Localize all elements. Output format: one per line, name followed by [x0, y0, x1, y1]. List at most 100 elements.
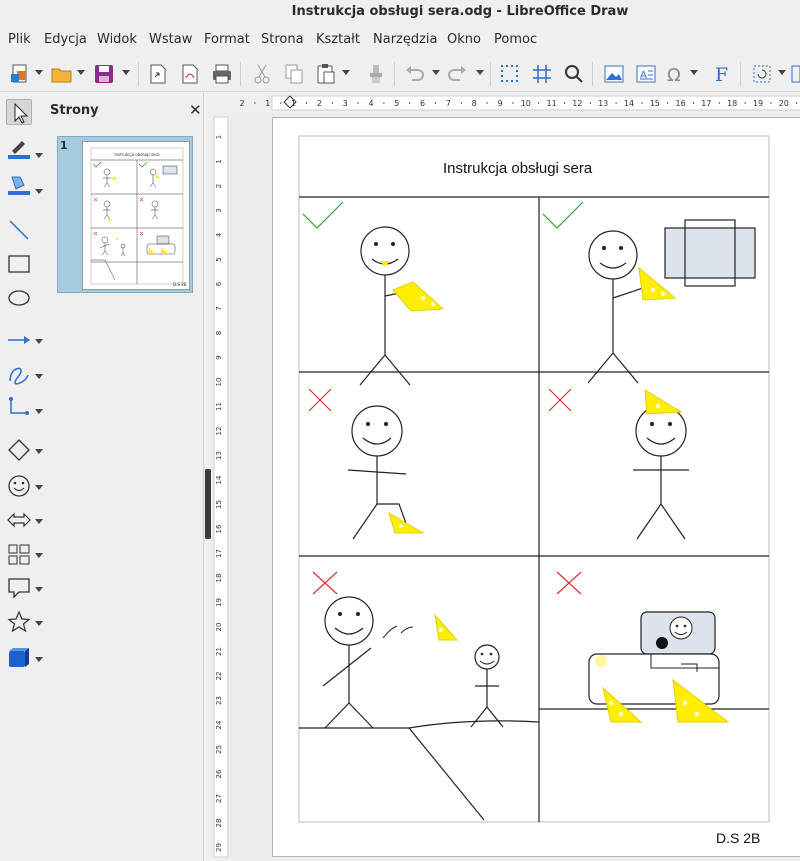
block-arrows-dropdown-icon[interactable]	[35, 519, 43, 524]
vertical-ruler[interactable]: 1 1 2 3 4 5 6 7 8 9 10 11 12 13 14 15 16 17 18 19 20 21 22 23 24…	[212, 113, 230, 861]
transformations-icon[interactable]	[750, 62, 774, 86]
transformations-dropdown-icon[interactable]	[778, 70, 786, 75]
arrow-line-icon[interactable]	[6, 327, 32, 353]
fontwork-icon[interactable]: F	[710, 62, 734, 86]
line-color-dropdown-icon[interactable]	[35, 153, 43, 158]
curve-icon[interactable]	[6, 361, 32, 387]
undo-icon[interactable]	[402, 62, 426, 86]
special-character-dropdown-icon[interactable]	[690, 70, 698, 75]
flowchart-dropdown-icon[interactable]	[35, 553, 43, 558]
page-thumbnail-selected[interactable]: 1 Instrukcja obsługi sera D.S 2B	[57, 136, 193, 293]
zoom-icon[interactable]	[562, 62, 586, 86]
ruler-tick-label: 23	[215, 696, 223, 705]
page-thumbnail[interactable]: Instrukcja obsługi sera D.S 2B	[82, 141, 190, 290]
stars-icon[interactable]	[6, 609, 32, 635]
ruler-tick-label: 26	[215, 769, 223, 778]
cut-icon[interactable]	[250, 62, 274, 86]
callouts-dropdown-icon[interactable]	[35, 587, 43, 592]
redo-dropdown-icon[interactable]	[476, 70, 484, 75]
fill-color-dropdown-icon[interactable]	[35, 189, 43, 194]
ruler-tick-label: 10	[215, 378, 223, 387]
drawing-canvas[interactable]: Instrukcja obsługi sera D.S 2B	[230, 113, 800, 861]
line-color-icon[interactable]	[6, 135, 32, 161]
standard-toolbar: A Ω F	[0, 56, 800, 92]
menu-narzedzia[interactable]: Narzędzia	[373, 32, 438, 47]
textbox-icon[interactable]: A	[634, 62, 658, 86]
panel-splitter[interactable]	[204, 93, 212, 861]
symbol-shapes-dropdown-icon[interactable]	[35, 485, 43, 490]
ruler-tick-label: 2	[215, 184, 223, 188]
export-icon[interactable]	[146, 62, 170, 86]
close-icon[interactable]: ✕	[189, 101, 202, 119]
ruler-tick-label: 28	[215, 819, 223, 828]
thumbnail-footer: D.S 2B	[173, 282, 187, 287]
menu-ksztalt[interactable]: Kształt	[316, 32, 360, 47]
menu-bar: Plik Edycja Widok Wstaw Format Strona Ks…	[0, 28, 800, 52]
arrow-line-dropdown-icon[interactable]	[35, 339, 43, 344]
save-icon[interactable]	[92, 62, 116, 86]
ruler-tick-label: 15	[215, 500, 223, 509]
more-icon[interactable]	[790, 62, 800, 86]
menu-widok[interactable]: Widok	[97, 32, 137, 47]
undo-dropdown-icon[interactable]	[432, 70, 440, 75]
stars-dropdown-icon[interactable]	[35, 621, 43, 626]
ruler-tick-label: 5	[215, 257, 223, 261]
special-character-icon[interactable]: Ω	[664, 62, 688, 86]
open-dropdown-icon[interactable]	[77, 70, 85, 75]
menu-edycja[interactable]: Edycja	[44, 32, 87, 47]
block-arrows-icon[interactable]	[6, 507, 32, 533]
horizontal-ruler[interactable]: 2 1 1 2 3 4 5 6 7 8 9 10 11 12 13 14 15 16 17 18 19 20	[230, 93, 800, 113]
callouts-icon[interactable]	[6, 575, 32, 601]
ruler-tick-label: 24	[215, 720, 223, 729]
save-dropdown-icon[interactable]	[122, 70, 130, 75]
menu-format[interactable]: Format	[204, 32, 250, 47]
clone-formatting-icon[interactable]	[364, 62, 388, 86]
basic-shapes-dropdown-icon[interactable]	[35, 449, 43, 454]
pages-panel: Strony ✕ 1 Instrukcja obsługi sera D.S 2…	[46, 93, 204, 861]
document-footer[interactable]: D.S 2B	[716, 830, 760, 846]
fill-color-icon[interactable]	[6, 171, 32, 197]
helplines-icon[interactable]	[530, 62, 554, 86]
ruler-tick-label: 15	[650, 99, 660, 108]
3d-objects-dropdown-icon[interactable]	[35, 657, 43, 662]
connector-dropdown-icon[interactable]	[35, 409, 43, 414]
ruler-tick-label: 2	[239, 99, 244, 108]
paste-dropdown-icon[interactable]	[342, 70, 350, 75]
document-title[interactable]: Instrukcja obsługi sera	[443, 160, 592, 177]
rectangle-icon[interactable]	[6, 251, 32, 277]
symbol-shapes-icon[interactable]	[6, 473, 32, 499]
redo-icon[interactable]	[446, 62, 470, 86]
curve-dropdown-icon[interactable]	[35, 374, 43, 379]
ruler-tick-label: 20	[779, 99, 789, 108]
export-pdf-icon[interactable]	[178, 62, 202, 86]
select-icon[interactable]	[6, 99, 32, 125]
menu-okno[interactable]: Okno	[447, 32, 481, 47]
new-dropdown-icon[interactable]	[35, 70, 43, 75]
flowchart-icon[interactable]	[6, 541, 32, 567]
line-icon[interactable]	[6, 217, 32, 243]
ruler-tick-label: 22	[215, 672, 223, 681]
ruler-tick-label: 14	[624, 99, 634, 108]
menu-pomoc[interactable]: Pomoc	[494, 32, 537, 47]
ruler-tick-label: 18	[215, 574, 223, 583]
basic-shapes-icon[interactable]	[6, 437, 32, 463]
grid-icon[interactable]	[498, 62, 522, 86]
ellipse-icon[interactable]	[6, 285, 32, 311]
splitter-grip[interactable]	[205, 469, 211, 539]
menu-strona[interactable]: Strona	[261, 32, 304, 47]
pages-panel-title: Strony	[50, 103, 99, 118]
image-icon[interactable]	[602, 62, 626, 86]
ruler-tick-label: 11	[547, 99, 557, 108]
menu-wstaw[interactable]: Wstaw	[149, 32, 192, 47]
ruler-tick-label: 2	[317, 99, 322, 108]
copy-icon[interactable]	[282, 62, 306, 86]
paste-icon[interactable]	[314, 62, 338, 86]
3d-objects-icon[interactable]	[6, 645, 32, 671]
open-icon[interactable]	[50, 62, 74, 86]
print-icon[interactable]	[210, 62, 234, 86]
menu-plik[interactable]: Plik	[8, 32, 31, 47]
new-icon[interactable]	[8, 62, 32, 86]
connector-icon[interactable]	[6, 395, 32, 421]
document-page[interactable]: Instrukcja obsługi sera D.S 2B	[272, 117, 800, 857]
ruler-tick-label: 6	[420, 99, 425, 108]
